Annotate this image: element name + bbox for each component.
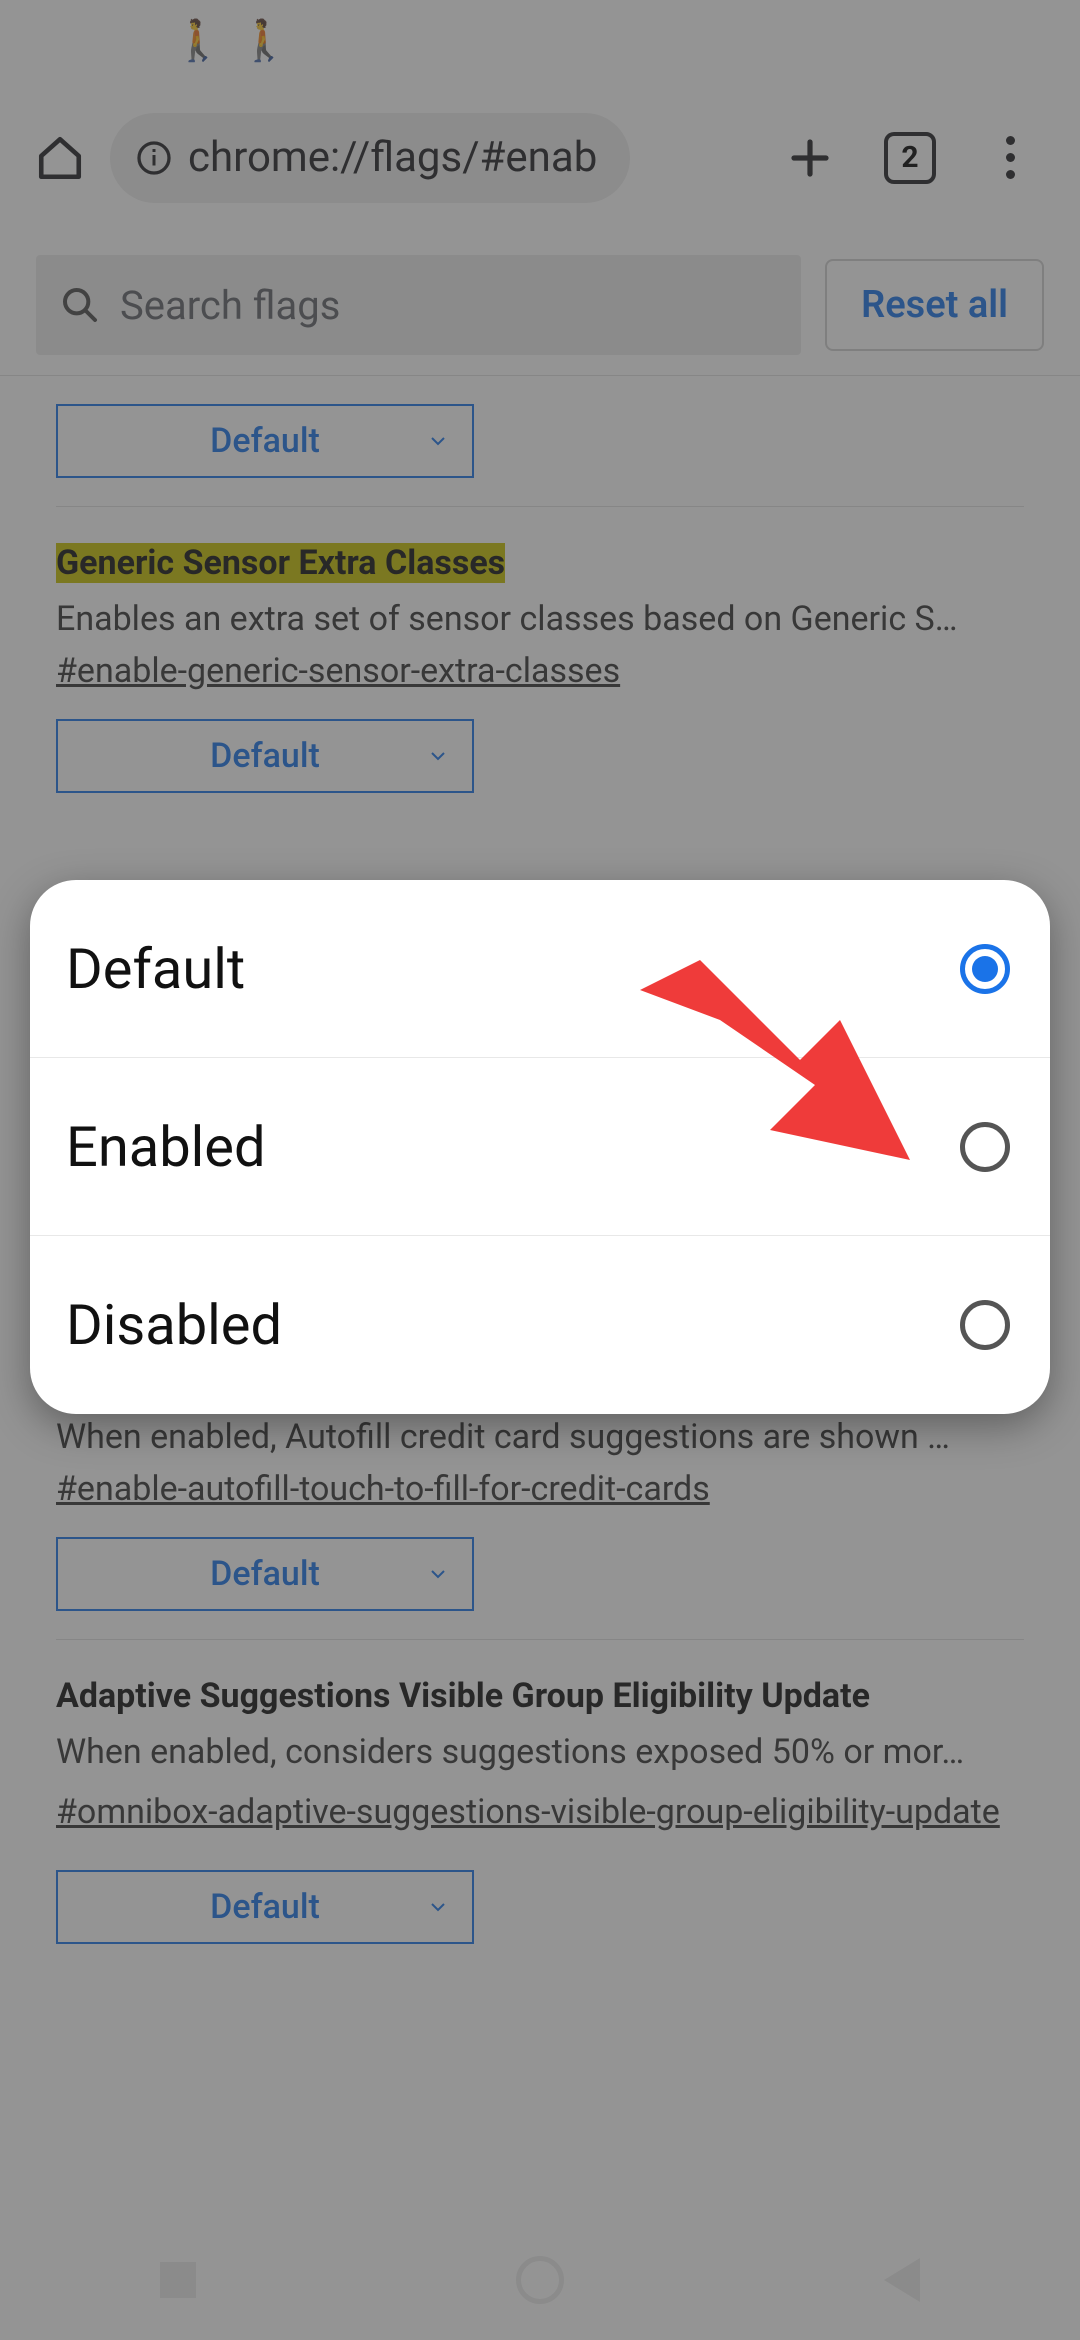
modal-option-disabled[interactable]: Disabled — [30, 1236, 1050, 1414]
modal-option-default[interactable]: Default — [30, 880, 1050, 1058]
radio-unselected-icon — [960, 1300, 1010, 1350]
flag-state-modal: Default Enabled Disabled — [30, 880, 1050, 1414]
modal-option-label: Disabled — [66, 1292, 282, 1358]
radio-selected-icon — [960, 944, 1010, 994]
modal-option-label: Default — [66, 936, 245, 1002]
modal-option-enabled[interactable]: Enabled — [30, 1058, 1050, 1236]
radio-unselected-icon — [960, 1122, 1010, 1172]
modal-option-label: Enabled — [66, 1114, 266, 1180]
